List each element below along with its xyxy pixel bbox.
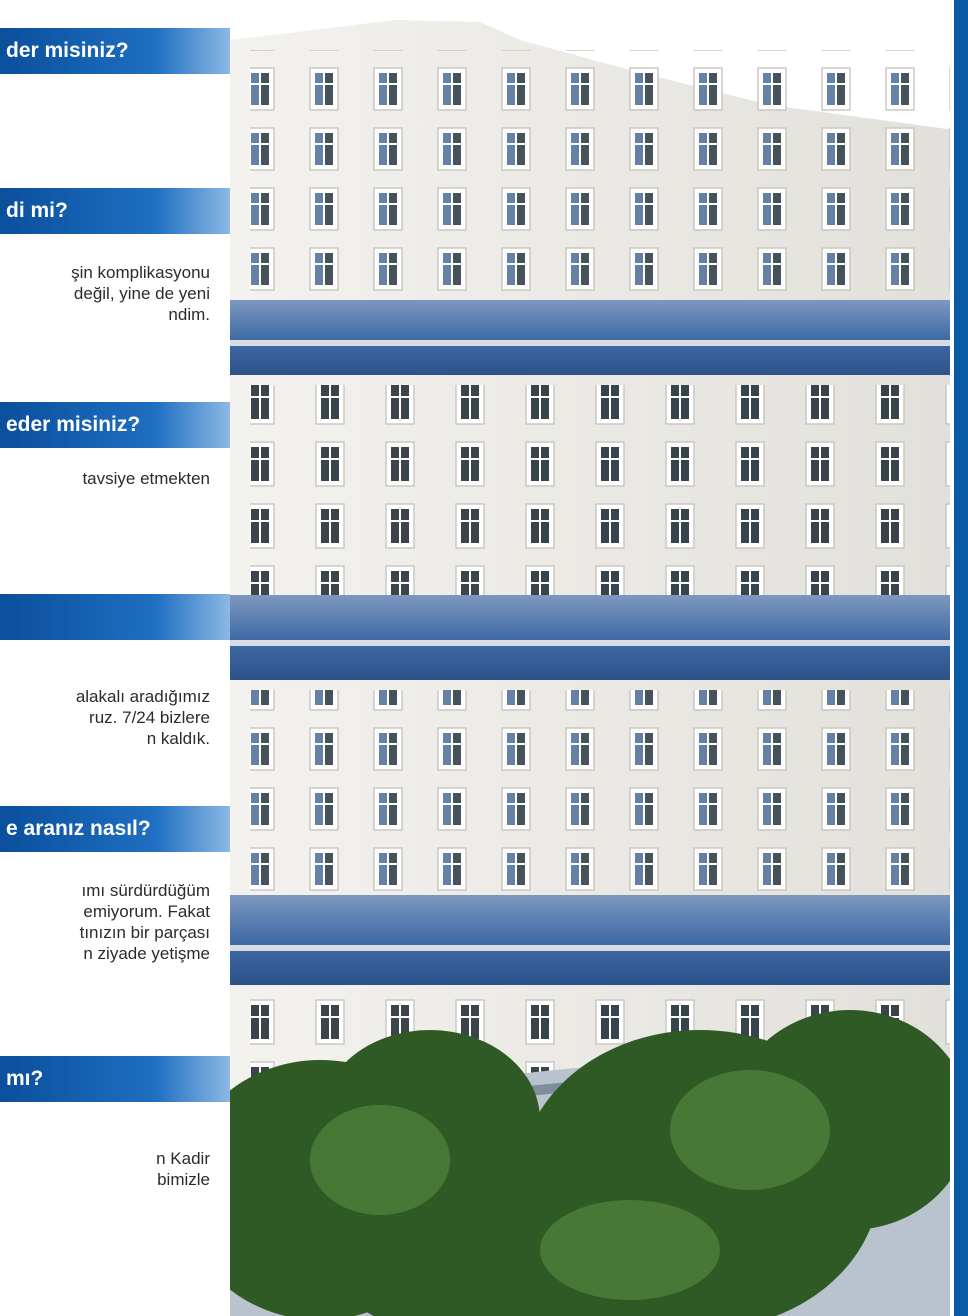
- question-heading: e aranız nasıl?: [0, 806, 240, 852]
- question-heading: di mi?: [0, 188, 240, 234]
- answer-line: n Kadir: [156, 1149, 210, 1168]
- question-heading: mı?: [0, 1056, 240, 1102]
- answer-line: n kaldık.: [146, 729, 210, 748]
- answer-line: şin komplikasyonu: [71, 263, 210, 282]
- answer-line: bimizle: [157, 1170, 210, 1189]
- answer-line: emiyorum. Fakat: [83, 902, 210, 921]
- right-border-rule: [950, 0, 968, 1316]
- page: der misiniz? di mi? şin komplikasyonu de…: [0, 0, 968, 1316]
- answer-line: alakalı aradığımız: [75, 687, 210, 706]
- answer-line: ımı sürdürdüğüm: [81, 881, 211, 900]
- question-heading: der misiniz?: [0, 28, 240, 74]
- answer-text: tavsiye etmekten: [0, 468, 210, 489]
- answer-line: ndim.: [168, 305, 210, 324]
- answer-line: ruz. 7/24 bizlere: [89, 708, 210, 727]
- answer-text: şin komplikasyonu değil, yine de yeni nd…: [0, 262, 210, 325]
- answer-line: tınızın bir parçası: [79, 923, 210, 942]
- question-heading: eder misiniz?: [0, 402, 240, 448]
- building-photo: [230, 0, 955, 1316]
- answer-line: tavsiye etmekten: [82, 469, 210, 488]
- answer-line: değil, yine de yeni: [73, 284, 210, 303]
- answer-text: alakalı aradığımız ruz. 7/24 bizlere n k…: [0, 686, 210, 749]
- answer-line: n ziyade yetişme: [83, 944, 210, 963]
- answer-text: ımı sürdürdüğüm emiyorum. Fakat tınızın …: [0, 880, 210, 964]
- answer-text: n Kadir bimizle: [0, 1148, 210, 1190]
- question-heading: [0, 594, 240, 640]
